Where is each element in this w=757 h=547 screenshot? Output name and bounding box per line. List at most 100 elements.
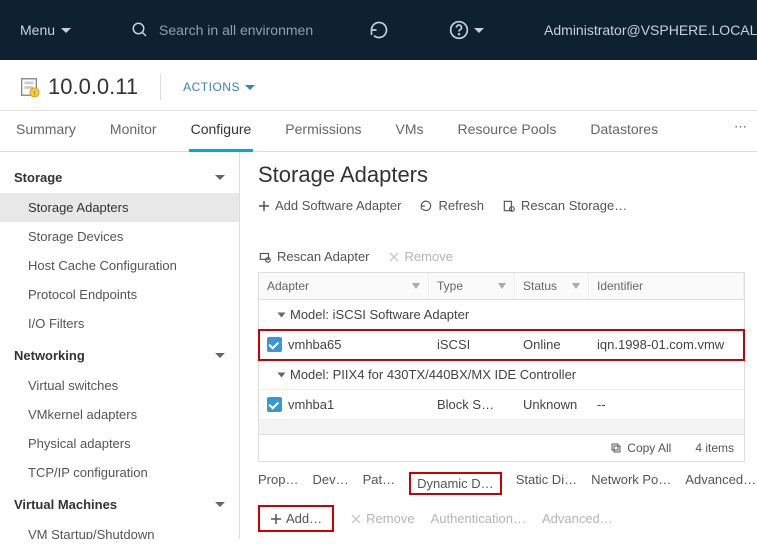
filter-icon [412, 283, 420, 289]
grid-header: Adapter Type Status Identifier [259, 273, 744, 300]
group-label: Model: PIIX4 for 430TX/440BX/MX IDE Cont… [290, 367, 576, 382]
svg-text:!: ! [34, 90, 36, 97]
sidebar-item-io-filters[interactable]: I/O Filters [0, 309, 239, 338]
content: Storage Storage Adapters Storage Devices… [0, 152, 757, 539]
item-count: 4 items [695, 441, 734, 455]
sidebar-item-tcpip[interactable]: TCP/IP configuration [0, 458, 239, 487]
tab-permissions[interactable]: Permissions [283, 111, 363, 151]
adapter-icon [267, 397, 282, 412]
sidebar-item-protocol-endpoints[interactable]: Protocol Endpoints [0, 280, 239, 309]
col-status[interactable]: Status [515, 273, 589, 299]
host-ip: 10.0.0.11 [48, 74, 138, 100]
cell: Block S… [429, 390, 515, 419]
subtab-network-port[interactable]: Network Po… [591, 472, 671, 495]
advanced-button: Advanced… [542, 511, 613, 526]
cell: vmhba65 [288, 337, 341, 352]
subtab-devices[interactable]: Dev… [312, 472, 348, 495]
group-piix4[interactable]: Model: PIIX4 for 430TX/440BX/MX IDE Cont… [259, 360, 744, 390]
refresh-icon [419, 199, 433, 213]
discovery-toolbar: Add… Remove Authentication… Advanced… [258, 499, 745, 538]
detail-subtabs: Prop… Dev… Pat… Dynamic D… Static Di… Ne… [258, 466, 745, 499]
col-type[interactable]: Type [429, 273, 515, 299]
sidebar-item-storage-devices[interactable]: Storage Devices [0, 222, 239, 251]
remove-server-button: Remove [350, 511, 414, 526]
plus-icon [270, 513, 282, 525]
sidebar-item-host-cache[interactable]: Host Cache Configuration [0, 251, 239, 280]
copy-all-button[interactable]: Copy All [610, 441, 671, 455]
subtab-properties[interactable]: Prop… [258, 472, 298, 495]
cell: Unknown [515, 390, 589, 419]
tab-summary[interactable]: Summary [14, 111, 78, 151]
sidebar-section-networking[interactable]: Networking [0, 338, 239, 371]
add-server-button[interactable]: Add… [258, 505, 334, 532]
search-input[interactable] [159, 22, 339, 38]
subtab-static-discovery[interactable]: Static Di… [516, 472, 577, 495]
label: Remove [366, 511, 414, 526]
search-icon [131, 21, 149, 39]
subtab-paths[interactable]: Pat… [363, 472, 396, 495]
menu-button[interactable]: Menu [20, 22, 71, 38]
chevron-down-icon [215, 502, 225, 507]
tab-monitor[interactable]: Monitor [108, 111, 159, 151]
label: Add Software Adapter [275, 198, 401, 213]
sidebar-section-storage[interactable]: Storage [0, 160, 239, 193]
search-wrap [131, 21, 339, 39]
filter-icon [498, 283, 506, 289]
authentication-button: Authentication… [431, 511, 526, 526]
top-bar: Menu Administrator@VSPHERE.LOCAL [0, 0, 757, 60]
refresh-adapters-button[interactable]: Refresh [419, 198, 484, 213]
actions-menu[interactable]: ACTIONS [183, 80, 255, 94]
tab-configure[interactable]: Configure [189, 111, 254, 152]
col-adapter[interactable]: Adapter [259, 273, 429, 299]
label: Remove [405, 249, 453, 264]
label: Copy All [627, 441, 671, 455]
grid-footer: Copy All 4 items [258, 435, 745, 462]
host-title: ! 10.0.0.11 [18, 74, 138, 100]
chevron-down-icon [215, 175, 225, 180]
section-title: Networking [14, 348, 85, 363]
rescan-adapter-icon [258, 250, 272, 264]
label: Rescan Storage… [521, 198, 627, 213]
tab-resource-pools[interactable]: Resource Pools [456, 111, 559, 151]
col-identifier[interactable]: Identifier [589, 273, 744, 299]
panel-title: Storage Adapters [258, 162, 745, 188]
subtab-dynamic-discovery[interactable]: Dynamic D… [409, 472, 502, 495]
chevron-down-icon [474, 28, 484, 33]
remove-adapter-button: Remove [388, 249, 453, 264]
filter-icon [572, 283, 580, 289]
chevron-down-icon [215, 353, 225, 358]
add-software-adapter-button[interactable]: Add Software Adapter [258, 198, 401, 213]
cell: -- [589, 390, 744, 419]
sidebar-section-vm[interactable]: Virtual Machines [0, 487, 239, 520]
adapter-icon [267, 337, 282, 352]
group-iscsi[interactable]: Model: iSCSI Software Adapter [259, 300, 744, 330]
triangle-icon [278, 312, 286, 317]
sidebar-item-vmkernel-adapters[interactable]: VMkernel adapters [0, 400, 239, 429]
sidebar-item-vm-startup[interactable]: VM Startup/Shutdown [0, 520, 239, 539]
table-row[interactable]: vmhba1 Block S… Unknown -- [259, 390, 744, 420]
sidebar-item-storage-adapters[interactable]: Storage Adapters [0, 193, 239, 222]
sidebar: Storage Storage Adapters Storage Devices… [0, 152, 240, 539]
divider [160, 74, 161, 100]
label: Refresh [438, 198, 484, 213]
rescan-adapter-button[interactable]: Rescan Adapter [258, 249, 370, 264]
rescan-storage-button[interactable]: Rescan Storage… [502, 198, 627, 213]
subtab-advanced[interactable]: Advanced… [685, 472, 756, 495]
tab-datastores[interactable]: Datastores [588, 111, 660, 151]
tab-vms[interactable]: VMs [394, 111, 426, 151]
adapter-toolbar: Add Software Adapter Refresh Rescan Stor… [258, 198, 745, 264]
grid-spacer [259, 420, 744, 434]
user-menu[interactable]: Administrator@VSPHERE.LOCAL [544, 22, 757, 38]
refresh-button[interactable] [369, 20, 389, 40]
help-icon [449, 20, 469, 40]
page-header: ! 10.0.0.11 ACTIONS [0, 60, 757, 111]
refresh-icon [369, 20, 389, 40]
sidebar-item-physical-adapters[interactable]: Physical adapters [0, 429, 239, 458]
table-row[interactable]: vmhba65 iSCSI Online iqn.1998-01.com.vmw [259, 330, 744, 360]
chevron-down-icon [61, 28, 71, 33]
plus-icon [258, 200, 270, 212]
host-icon: ! [18, 76, 40, 98]
sidebar-item-virtual-switches[interactable]: Virtual switches [0, 371, 239, 400]
help-button[interactable] [449, 20, 484, 40]
tabs-overflow[interactable]: ⋯ [734, 119, 747, 135]
